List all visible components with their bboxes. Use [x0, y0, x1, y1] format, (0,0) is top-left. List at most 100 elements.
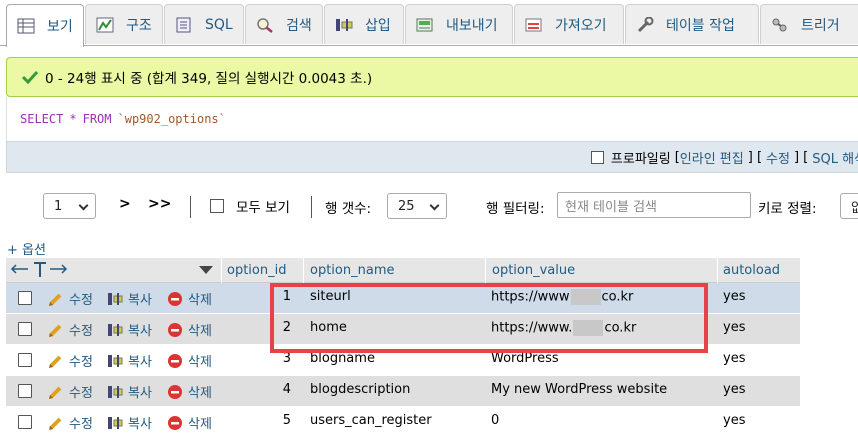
row-checkbox[interactable]: [18, 322, 32, 336]
page-select-value: 1: [54, 198, 63, 214]
cell-option-name[interactable]: blogdescription: [310, 382, 410, 397]
export-icon: [416, 17, 434, 33]
edit-row-button[interactable]: 수정: [48, 289, 93, 308]
cell-autoload[interactable]: yes: [723, 320, 745, 335]
sort-triangle-icon[interactable]: [199, 265, 213, 280]
tab-sql[interactable]: SQL: [164, 4, 244, 44]
delete-row-button[interactable]: 삭제: [167, 413, 212, 432]
success-message-text: 0 - 24행 표시 중 (합계 349, 질의 실행시간 0.0043 초.): [45, 71, 373, 87]
cell-option-value[interactable]: My new WordPress website: [491, 382, 667, 397]
sql-star: *: [69, 112, 77, 126]
cell-option-value[interactable]: WordPress: [491, 351, 559, 366]
tab-operations[interactable]: 테이블 작업: [625, 4, 759, 44]
column-header-option-value[interactable]: option_value: [492, 263, 575, 278]
last-page-button[interactable]: >>: [148, 196, 171, 212]
delete-label: 삭제: [188, 293, 212, 308]
search-icon: [256, 17, 274, 33]
delete-icon: [167, 384, 183, 400]
sql-keyword-select: SELECT: [20, 112, 64, 126]
sql-query-box: SELECT * FROM `wp902_options`: [6, 97, 858, 141]
delete-row-button[interactable]: 삭제: [167, 382, 212, 401]
copy-icon: [107, 415, 123, 431]
cell-autoload[interactable]: yes: [723, 289, 745, 304]
edit-row-button[interactable]: 수정: [48, 382, 93, 401]
cell-autoload[interactable]: yes: [723, 351, 745, 366]
copy-row-button[interactable]: 복사: [107, 351, 152, 370]
edit-query-link[interactable]: 수정: [766, 148, 790, 167]
tab-triggers[interactable]: 트리거: [760, 4, 858, 44]
row-checkbox[interactable]: [18, 384, 32, 398]
tab-label: 구조: [126, 17, 152, 34]
cell-option-name[interactable]: blogname: [310, 351, 375, 366]
tab-label: 삽입: [365, 17, 391, 34]
row-checkbox[interactable]: [18, 291, 32, 305]
delete-row-button[interactable]: 삭제: [167, 351, 212, 370]
edit-row-button[interactable]: 수정: [48, 320, 93, 339]
tab-export[interactable]: 내보내기: [405, 4, 513, 44]
import-icon: [525, 17, 543, 33]
checkmark-icon: [21, 70, 39, 85]
cell-option-value[interactable]: 0: [491, 413, 499, 428]
pencil-icon: [48, 415, 64, 431]
cell-option-id[interactable]: 4: [271, 382, 291, 397]
profiling-checkbox[interactable]: [590, 150, 604, 164]
copy-row-button[interactable]: 복사: [107, 413, 152, 432]
copy-label: 복사: [128, 324, 152, 339]
sort-by-key-value: 없: [851, 200, 858, 216]
rows-count-label: 행 갯수:: [325, 201, 372, 217]
divider: [311, 196, 312, 218]
tab-insert[interactable]: 삽입: [324, 4, 404, 44]
chevron-down-icon: [78, 200, 89, 211]
tab-label: 가져오기: [555, 17, 607, 34]
column-header-option-name[interactable]: option_name: [310, 263, 394, 278]
table-header: option_id option_name option_value autol…: [6, 258, 800, 283]
tab-label: 트리거: [801, 17, 840, 34]
next-page-button[interactable]: >: [119, 196, 131, 212]
cell-option-id[interactable]: 5: [271, 413, 291, 428]
copy-icon: [107, 353, 123, 369]
cell-option-id[interactable]: 3: [271, 351, 291, 366]
column-header-autoload[interactable]: autoload: [723, 263, 780, 278]
tab-structure[interactable]: 구조: [85, 4, 163, 44]
table-row[interactable]: 수정 복사 삭제 4 blogdescription My new WordPr…: [6, 376, 800, 406]
tab-search[interactable]: 검색: [245, 4, 323, 44]
row-filter-input[interactable]: 현재 테이블 검색: [557, 192, 751, 218]
tab-import[interactable]: 가져오기: [514, 4, 624, 44]
delete-icon: [167, 322, 183, 338]
sort-by-key-select[interactable]: 없: [840, 193, 858, 219]
column-header-option-id[interactable]: option_id: [227, 263, 286, 278]
cell-autoload[interactable]: yes: [723, 413, 745, 428]
cell-option-name[interactable]: users_can_register: [310, 413, 432, 428]
tab-browse[interactable]: 보기: [6, 4, 84, 47]
insert-icon: [335, 17, 353, 33]
tab-label: SQL: [205, 16, 233, 33]
sql-keyword-from: FROM: [82, 112, 112, 126]
edit-label: 수정: [69, 324, 93, 339]
rows-count-select[interactable]: 25: [387, 193, 447, 219]
copy-row-button[interactable]: 복사: [107, 289, 152, 308]
cell-autoload[interactable]: yes: [723, 382, 745, 397]
copy-row-button[interactable]: 복사: [107, 382, 152, 401]
chevron-down-icon: [429, 200, 440, 211]
page-select[interactable]: 1: [43, 193, 96, 219]
sql-table-name: `wp902_options`: [117, 112, 226, 126]
explain-sql-link[interactable]: SQL 해석: [812, 148, 858, 167]
delete-row-button[interactable]: 삭제: [167, 320, 212, 339]
row-checkbox[interactable]: [18, 415, 32, 429]
row-checkbox[interactable]: [18, 353, 32, 367]
profiling-label: 프로파일링: [610, 151, 671, 167]
options-toggle-link[interactable]: + 옵션: [7, 239, 46, 258]
copy-icon: [107, 384, 123, 400]
delete-row-button[interactable]: 삭제: [167, 289, 212, 308]
wrench-icon: [636, 16, 654, 33]
table-row[interactable]: 수정 복사 삭제 5 users_can_register 0 yes: [6, 407, 800, 437]
column-resize-arrows-icon[interactable]: [10, 260, 68, 282]
copy-row-button[interactable]: 복사: [107, 320, 152, 339]
show-all-checkbox[interactable]: [210, 199, 224, 213]
inline-edit-link[interactable]: 인라인 편집: [680, 148, 744, 167]
success-message: 0 - 24행 표시 중 (합계 349, 질의 실행시간 0.0043 초.): [6, 57, 858, 97]
edit-row-button[interactable]: 수정: [48, 413, 93, 432]
pencil-icon: [48, 353, 64, 369]
delete-label: 삭제: [188, 386, 212, 401]
edit-row-button[interactable]: 수정: [48, 351, 93, 370]
